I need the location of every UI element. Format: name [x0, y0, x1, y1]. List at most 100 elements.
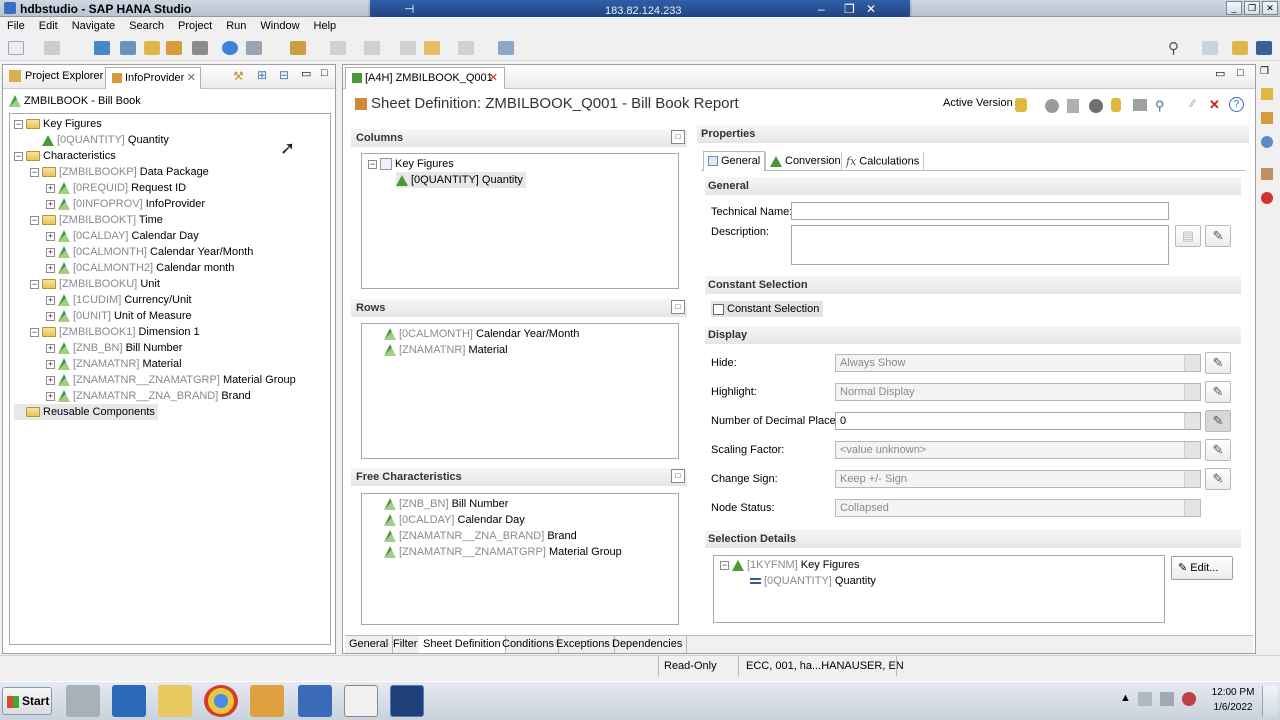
change-sign-select[interactable]: Keep +/- Sign — [835, 470, 1201, 488]
tree-item[interactable]: + [0REQUID] Request ID — [46, 180, 186, 196]
menu-project[interactable]: Project — [171, 17, 219, 36]
server-manager-icon[interactable] — [66, 685, 100, 717]
tree-item[interactable]: + [ZNAMATNR__ZNAMATGRP] Material Group — [46, 372, 296, 388]
expand-icon[interactable]: + — [46, 199, 55, 209]
show-hidden-icons[interactable]: ▲ — [1120, 692, 1131, 704]
menu-search[interactable]: Search — [122, 17, 171, 36]
where-used-icon[interactable] — [1045, 99, 1059, 113]
run-icon[interactable] — [192, 41, 208, 55]
rows-maximize-icon[interactable]: □ — [671, 300, 685, 314]
tree-item[interactable]: + [ZNAMATNR__ZNA_BRAND] Brand — [46, 388, 251, 404]
build-icon[interactable] — [94, 41, 110, 55]
free-maximize-icon[interactable]: □ — [671, 469, 685, 483]
pin-editor-icon[interactable] — [498, 41, 514, 55]
free-characteristics-box[interactable]: [ZNB_BN] Bill Number [0CALDAY] Calendar … — [361, 493, 679, 625]
link-icon[interactable]: ⚒ — [233, 69, 244, 83]
collapse-icon[interactable]: − — [30, 327, 39, 337]
tree-item[interactable]: + [ZNAMATNR] Material — [46, 356, 182, 372]
free-item[interactable]: [ZNAMATNR__ZNA_BRAND] Brand — [384, 528, 577, 544]
tab-project-explorer[interactable]: Project Explorer — [25, 70, 103, 82]
change-sign-edit-button[interactable]: ✎ — [1205, 468, 1231, 490]
forward-icon[interactable] — [458, 41, 474, 55]
tree-item[interactable]: − Key Figures — [14, 116, 102, 132]
expand-icon[interactable]: + — [46, 183, 55, 193]
expand-all-icon[interactable]: ⊞ — [257, 68, 267, 82]
scaling-factor-edit-button[interactable]: ✎ — [1205, 439, 1231, 461]
help-icon[interactable]: ? — [1229, 97, 1244, 112]
expand-icon[interactable]: + — [46, 311, 55, 321]
collapse-icon[interactable]: − — [368, 159, 377, 169]
collapse-icon[interactable]: − — [14, 119, 23, 129]
show-desktop-button[interactable] — [1262, 686, 1278, 716]
delete-icon[interactable]: ✕ — [1209, 97, 1220, 113]
tree-item[interactable]: + [0UNIT] Unit of Measure — [46, 308, 192, 324]
open-perspective-button[interactable] — [1202, 41, 1218, 55]
collapse-icon[interactable]: − — [14, 151, 23, 161]
network-icon[interactable] — [1160, 692, 1174, 706]
maximize-editor-icon[interactable]: □ — [1237, 67, 1244, 79]
tree-item[interactable]: + [0CALMONTH] Calendar Year/Month — [46, 244, 253, 260]
hana-studio-icon[interactable] — [390, 685, 424, 717]
check-icon[interactable] — [222, 41, 238, 55]
tree-item[interactable]: − [ZMBILBOOKT] Time — [30, 212, 163, 228]
search-icon[interactable]: ⚲ — [1168, 39, 1184, 57]
columns-maximize-icon[interactable]: □ — [671, 130, 685, 144]
decimal-places-select[interactable]: 0 — [835, 412, 1201, 430]
rdp-restore-icon[interactable]: ❐ — [844, 2, 855, 16]
tree-item[interactable]: [0QUANTITY] Quantity — [30, 132, 169, 148]
explorer-icon[interactable] — [158, 685, 192, 717]
highlight-select[interactable]: Normal Display — [835, 383, 1201, 401]
tree-item[interactable]: + [ZNB_BN] Bill Number — [46, 340, 182, 356]
powershell-icon[interactable] — [112, 685, 146, 717]
close-editor-icon[interactable]: ✕ — [489, 71, 498, 84]
selection-item-quantity[interactable]: [0QUANTITY] Quantity — [750, 573, 876, 589]
tab-infoprovider[interactable]: InfoProvider ✕ — [105, 67, 201, 89]
rows-item[interactable]: [0CALMONTH] Calendar Year/Month — [384, 326, 579, 342]
sql-icon[interactable] — [166, 41, 182, 55]
expand-icon[interactable]: + — [46, 263, 55, 273]
rdp-close-icon[interactable]: ✕ — [866, 2, 876, 16]
dropdown-icon[interactable] — [1184, 442, 1200, 458]
restore-button[interactable]: ❐ — [1244, 1, 1260, 15]
editor-tab-query[interactable]: [A4H] ZMBILBOOK_Q001 ✕ — [345, 67, 505, 89]
clock-time[interactable]: 12:00 PM — [1210, 687, 1256, 698]
menu-help[interactable]: Help — [307, 17, 344, 36]
tree-item[interactable]: − [ZMBILBOOK1] Dimension 1 — [30, 324, 200, 340]
trim-tasks-icon[interactable] — [1261, 168, 1273, 180]
tree-item[interactable]: + [0INFOPROV] InfoProvider — [46, 196, 205, 212]
selection-details-box[interactable]: − [1KYFNM] Key Figures [0QUANTITY] Quanti… — [713, 555, 1165, 623]
version-icon[interactable] — [1015, 98, 1027, 112]
tree-item[interactable]: − Characteristics — [14, 148, 116, 164]
open-perspective-icon[interactable] — [144, 41, 160, 55]
sap-logon-icon[interactable] — [250, 685, 284, 717]
prop-tab-calculations[interactable]: fx Calculations — [841, 152, 925, 170]
dropdown-icon[interactable] — [1184, 384, 1200, 400]
notepad-icon[interactable] — [344, 685, 378, 717]
pin-icon[interactable]: ⊣ — [404, 2, 414, 16]
description-field[interactable] — [791, 225, 1169, 265]
save-icon[interactable] — [44, 41, 60, 55]
next-annotation-icon[interactable] — [330, 41, 346, 55]
trim-search-icon[interactable] — [1261, 136, 1273, 148]
close-button[interactable]: ✕ — [1262, 1, 1278, 15]
tree-item[interactable]: + [0CALMONTH2] Calendar month — [46, 260, 234, 276]
bottom-tab-general[interactable]: General — [345, 636, 394, 653]
edit-toggle-icon[interactable]: ⁄⁄ — [1191, 98, 1195, 110]
perspective-modeler-icon[interactable] — [1232, 41, 1248, 55]
prev-annotation-icon[interactable] — [364, 41, 380, 55]
bottom-tab-exceptions[interactable]: Exceptions — [552, 636, 615, 653]
open-type-icon[interactable] — [120, 41, 136, 55]
expand-icon[interactable]: + — [46, 391, 55, 401]
trim-problems-icon[interactable] — [1261, 192, 1273, 204]
checkbox-icon[interactable] — [713, 303, 724, 315]
bottom-tab-dependencies[interactable]: Dependencies — [608, 636, 688, 653]
hide-select[interactable]: Always Show — [835, 354, 1201, 372]
collapse-icon[interactable]: − — [30, 279, 39, 289]
clock-date[interactable]: 1/6/2022 — [1210, 702, 1256, 713]
free-item[interactable]: [ZNAMATNR__ZNAMATGRP] Material Group — [384, 544, 622, 560]
dropdown-icon[interactable] — [1184, 500, 1200, 516]
menu-edit[interactable]: Edit — [32, 17, 65, 36]
perspective-bw-icon[interactable] — [1256, 41, 1272, 55]
menu-run[interactable]: Run — [219, 17, 253, 36]
columns-item-quantity[interactable]: [0QUANTITY] Quantity — [396, 172, 526, 188]
